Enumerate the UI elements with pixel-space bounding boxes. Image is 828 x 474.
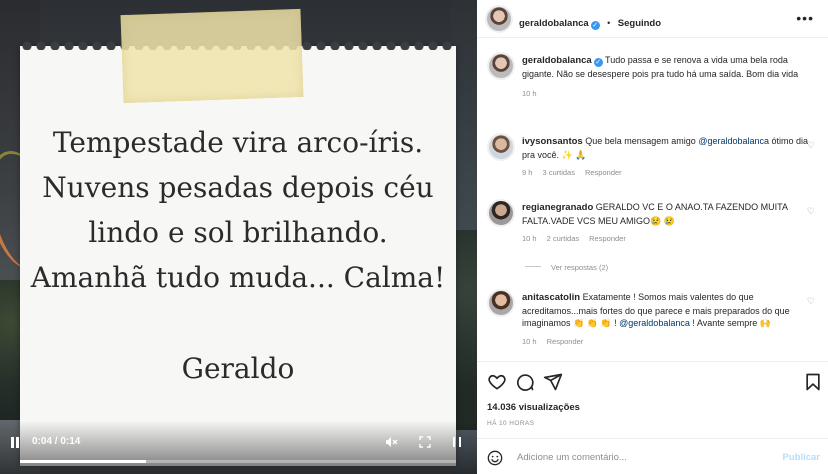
comment-item: anitascatolin Exatamente ! Somos mais va… — [487, 289, 817, 348]
comment-item: ivysonsantos Que bela mensagem amigo @ge… — [487, 133, 817, 180]
share-icon[interactable] — [543, 372, 563, 392]
comment-item: regianegranado GERALDO VC E O ANAO.TA FA… — [487, 199, 817, 246]
note-signature: Geraldo — [181, 352, 295, 385]
save-bookmark-icon[interactable] — [803, 372, 823, 392]
comments-list[interactable]: geraldobalanca ✓ Tudo passa e se renova a… — [477, 39, 828, 359]
post-video[interactable]: Tempestade vira arco-íris. Nuvens pesada… — [0, 0, 477, 474]
pip-icon[interactable] — [450, 435, 464, 449]
verified-badge-icon: ✓ — [593, 58, 603, 67]
note-line: Amanhã tudo muda... Calma! — [30, 261, 446, 294]
reply-button[interactable]: Responder — [547, 337, 584, 346]
note-line: Nuvens pesadas depois céu — [42, 171, 434, 204]
video-progress-fill — [20, 460, 147, 463]
tape — [120, 8, 304, 104]
post-actions — [477, 361, 828, 441]
like-icon[interactable] — [487, 372, 507, 392]
following-button[interactable]: Seguindo — [618, 18, 661, 29]
header-user: geraldobalanca ✓ • Seguindo — [519, 13, 661, 31]
comment-username[interactable]: regianegranado — [522, 202, 593, 213]
comment-username[interactable]: ivysonsantos — [522, 136, 583, 147]
video-controls — [0, 420, 477, 474]
comment-time[interactable]: 9 h — [522, 168, 532, 177]
mute-icon[interactable] — [384, 435, 398, 449]
like-comment-icon[interactable]: ♡ — [807, 139, 815, 152]
view-replies-button[interactable]: Ver respostas (2) — [525, 263, 608, 272]
comment-username[interactable]: anitascatolin — [522, 292, 580, 303]
verified-badge-icon: ✓ — [590, 21, 600, 30]
like-comment-icon[interactable]: ♡ — [807, 205, 815, 218]
caption-time[interactable]: 10 h — [522, 89, 537, 98]
more-options-icon[interactable]: ••• — [796, 10, 814, 26]
comment-text-after: ! Avante sempre 🙌 — [692, 318, 771, 328]
note-line: lindo e sol brilhando. — [88, 216, 388, 249]
fullscreen-icon[interactable] — [418, 435, 432, 449]
note-text: Tempestade vira arco-íris. Nuvens pesada… — [20, 120, 456, 300]
comment-mention[interactable]: @geraldobalanca — [698, 136, 769, 146]
video-progress-bar[interactable] — [20, 460, 456, 463]
avatar[interactable] — [485, 5, 513, 33]
avatar[interactable] — [487, 199, 515, 227]
trees-right — [455, 230, 477, 430]
separator-dot: • — [607, 18, 611, 28]
post-caption: geraldobalanca ✓ Tudo passa e se renova a… — [487, 52, 817, 101]
header-username[interactable]: geraldobalanca — [519, 18, 589, 29]
comment-likes[interactable]: 2 curtidas — [547, 234, 580, 243]
avatar[interactable] — [487, 133, 515, 161]
avatar[interactable] — [487, 289, 515, 317]
comment-icon[interactable] — [515, 372, 535, 392]
post-header: geraldobalanca ✓ • Seguindo ••• — [477, 0, 828, 38]
like-comment-icon[interactable]: ♡ — [807, 295, 815, 308]
comment-time[interactable]: 10 h — [522, 234, 537, 243]
post-side-panel: geraldobalanca ✓ • Seguindo ••• geraldoba… — [477, 0, 828, 474]
comment-likes[interactable]: 3 curtidas — [542, 168, 575, 177]
comment-mention[interactable]: @geraldobalanca — [619, 318, 690, 328]
caption-username[interactable]: geraldobalanca — [522, 55, 592, 66]
emoji-icon[interactable] — [487, 450, 503, 469]
reply-button[interactable]: Responder — [589, 234, 626, 243]
comment-time[interactable]: 10 h — [522, 337, 537, 346]
view-count[interactable]: 14.036 visualizações — [487, 402, 580, 413]
add-comment-bar: Publicar — [477, 438, 828, 474]
reply-button[interactable]: Responder — [585, 168, 622, 177]
video-time: 0:04 / 0:14 — [32, 436, 81, 447]
post-timestamp[interactable]: HÁ 10 HORAS — [487, 420, 534, 427]
pause-icon[interactable] — [10, 437, 22, 449]
instagram-post-view: Tempestade vira arco-íris. Nuvens pesada… — [0, 0, 828, 474]
avatar[interactable] — [487, 52, 515, 80]
note-line: Tempestade vira arco-íris. — [52, 126, 424, 159]
comment-input[interactable] — [517, 448, 767, 466]
comment-text: Que bela mensagem amigo — [585, 136, 696, 146]
publish-button[interactable]: Publicar — [783, 452, 821, 463]
